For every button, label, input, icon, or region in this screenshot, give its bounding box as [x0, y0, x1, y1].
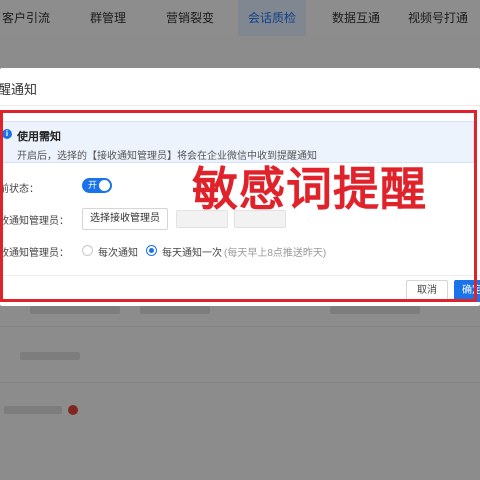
dialog-title: 醒通知 [0, 82, 38, 97]
sensitive-word-reminder-caption: 敏感词提醒 [192, 162, 427, 216]
dialog-header: 醒通知 [0, 68, 480, 106]
